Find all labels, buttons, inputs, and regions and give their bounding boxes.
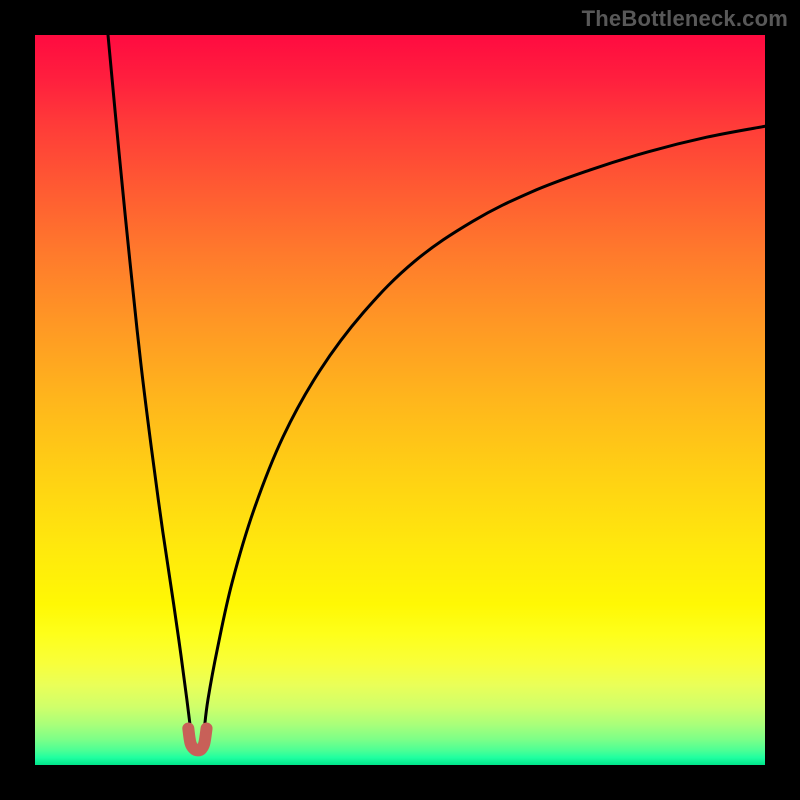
curve-right-branch bbox=[204, 126, 765, 728]
plot-area bbox=[35, 35, 765, 765]
valley-marker bbox=[188, 729, 206, 751]
curve-svg bbox=[35, 35, 765, 765]
watermark-text: TheBottleneck.com bbox=[582, 6, 788, 32]
chart-frame: TheBottleneck.com bbox=[0, 0, 800, 800]
curve-left-branch bbox=[108, 35, 190, 729]
